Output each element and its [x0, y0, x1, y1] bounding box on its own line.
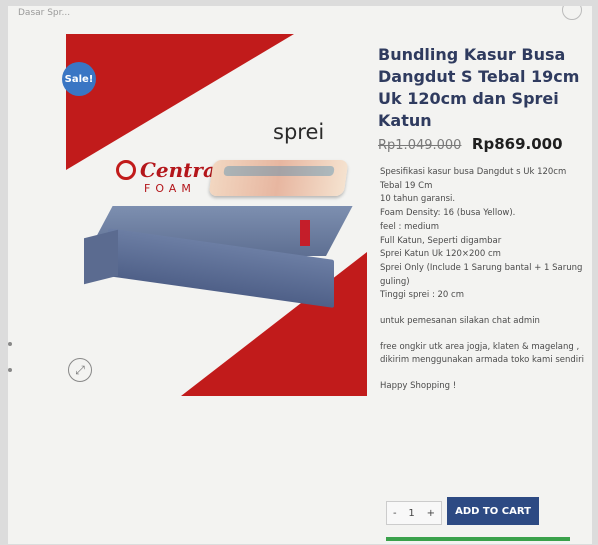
add-to-cart-button[interactable]: ADD TO CART	[447, 497, 539, 525]
sale-badge: Sale!	[62, 62, 96, 96]
brand-logo: Central	[116, 160, 224, 180]
mattress-tag	[300, 220, 310, 246]
side-dot	[8, 342, 12, 346]
mattress-front	[84, 229, 118, 285]
desc-line: Full Katun, Seperti digambar	[380, 235, 502, 246]
product-title: Bundling Kasur Busa Dangdut S Tebal 19cm…	[378, 45, 580, 130]
price-old: Rp1.049.000	[378, 138, 462, 153]
desc-line: feel : medium	[380, 221, 440, 232]
desc-line: dikirim menggunakan armada toko kami sen…	[380, 355, 585, 366]
desc-line: Sprei Katun Uk 120×200 cm	[380, 249, 501, 260]
qty-minus-button[interactable]: -	[393, 508, 397, 519]
folded-sheet-image	[208, 160, 349, 196]
price: Rp1.049.000 Rp869.000	[378, 135, 563, 153]
desc-line: Spesifikasi kasur busa Dangdut s Uk 120c…	[380, 167, 567, 177]
red-triangle-top	[66, 34, 294, 170]
qty-value[interactable]: 1	[408, 508, 414, 519]
desc-line: Happy Shopping !	[380, 381, 457, 392]
desc-line: Tebal 19 Cm	[380, 180, 433, 191]
desc-line: Foam Density: 16 (busa Yellow).	[380, 208, 516, 219]
desc-line: 10 tahun garansi.	[380, 194, 456, 205]
product-description: Spesifikasi kasur busa Dangdut s Uk 120c…	[380, 166, 590, 394]
faint-header-text: Dasar Spr...	[18, 8, 71, 18]
product-image[interactable]: sprei Central FOAM	[66, 34, 378, 396]
desc-line: Tinggi sprei : 20 cm	[380, 290, 464, 301]
circle-icon	[562, 6, 582, 20]
price-new: Rp869.000	[471, 135, 563, 153]
brand-sub: FOAM	[144, 182, 196, 195]
side-dot	[8, 368, 12, 372]
sprei-label: sprei	[273, 120, 325, 144]
desc-line: free ongkir utk area jogja, klaten & mag…	[380, 341, 580, 352]
product-page: Dasar Spr... sprei Central FOAM Sale! ⤢ …	[8, 6, 592, 544]
qty-plus-button[interactable]: +	[427, 508, 435, 519]
green-underline	[386, 537, 570, 541]
desc-line: untuk pemesanan silakan chat admin	[380, 316, 540, 327]
brand-icon	[116, 160, 136, 180]
desc-line: Sprei Only (Include 1 Sarung bantal + 1 …	[380, 262, 583, 287]
zoom-icon[interactable]: ⤢	[68, 358, 92, 382]
quantity-stepper[interactable]: - 1 +	[386, 501, 442, 525]
